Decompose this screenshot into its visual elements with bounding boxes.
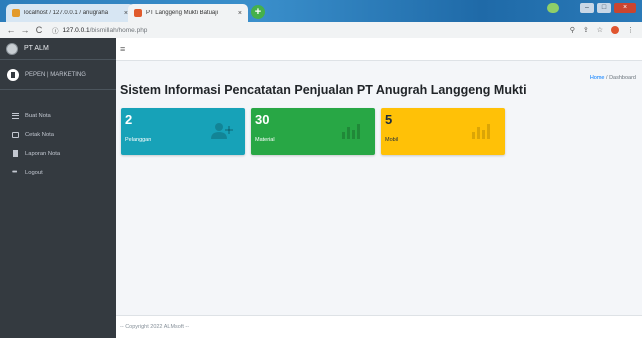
sidebar: PT ALM PEPEN | MARKETING Buat Nota Cetak… bbox=[0, 38, 116, 338]
menu-toggle-icon[interactable]: ≡ bbox=[120, 44, 125, 54]
site-info-icon[interactable]: ⓘ bbox=[52, 25, 59, 35]
top-navbar: ≡ bbox=[116, 38, 642, 61]
copyright-text: -- Copyright 2022 ALMsoft -- bbox=[120, 324, 190, 330]
breadcrumb: Home / Dashboard bbox=[590, 75, 636, 81]
tab-close-icon[interactable]: × bbox=[238, 10, 242, 17]
stat-value: 2 bbox=[125, 112, 133, 127]
browser-toolbar: ← → C ⓘ 127.0.0.1/bismillah/home.php ⚲ ⇪… bbox=[0, 22, 642, 38]
footer: -- Copyright 2022 ALMsoft -- bbox=[116, 315, 642, 338]
logout-icon: ••• bbox=[12, 168, 17, 176]
new-tab-button[interactable]: + bbox=[251, 5, 265, 19]
breadcrumb-home-link[interactable]: Home bbox=[590, 75, 605, 81]
sidebar-item-buat-nota[interactable]: Buat Nota bbox=[0, 106, 116, 125]
sidebar-item-logout[interactable]: ••• Logout bbox=[0, 163, 116, 182]
content-area: Home / Dashboard Sistem Informasi Pencat… bbox=[116, 61, 642, 315]
address-bar[interactable]: ⓘ 127.0.0.1/bismillah/home.php bbox=[52, 24, 570, 36]
close-window-button[interactable]: × bbox=[614, 3, 636, 13]
profile-avatar[interactable] bbox=[611, 26, 619, 34]
stat-box-mobil: 5 Mobil bbox=[381, 108, 505, 155]
site-favicon-icon bbox=[134, 9, 142, 17]
minimize-button[interactable]: – bbox=[580, 3, 594, 13]
sidebar-item-label: Cetak Nota bbox=[25, 131, 54, 138]
share-icon[interactable]: ⇪ bbox=[583, 26, 589, 34]
window-controls: – □ × bbox=[547, 3, 636, 13]
bar-chart-icon bbox=[472, 124, 490, 139]
stat-box-material: 30 Material bbox=[251, 108, 375, 155]
stat-box-pelanggan: 2 Pelanggan bbox=[121, 108, 245, 155]
sidebar-item-label: Laporan Nota bbox=[25, 150, 61, 157]
stat-label: Material bbox=[255, 137, 275, 143]
list-icon bbox=[12, 112, 19, 119]
sidebar-item-cetak-nota[interactable]: Cetak Nota bbox=[0, 125, 116, 144]
bar-chart-icon bbox=[342, 124, 360, 139]
sidebar-menu: Buat Nota Cetak Nota Laporan Nota ••• Lo… bbox=[0, 90, 116, 182]
brand-name: PT ALM bbox=[24, 45, 49, 52]
sidebar-item-label: Buat Nota bbox=[25, 112, 51, 119]
browser-menu-icon[interactable]: ⋮ bbox=[627, 26, 634, 34]
tab-title: localhost / 127.0.0.1 / anugraha bbox=[24, 10, 109, 16]
sidebar-item-laporan-nota[interactable]: Laporan Nota bbox=[0, 144, 116, 163]
breadcrumb-separator: / bbox=[606, 75, 608, 81]
breadcrumb-current: Dashboard bbox=[609, 75, 636, 81]
user-avatar bbox=[7, 68, 19, 81]
page-title: Sistem Informasi Pencatatan Penjualan PT… bbox=[120, 83, 527, 97]
forward-icon[interactable]: → bbox=[18, 25, 32, 35]
brand-logo-icon bbox=[6, 42, 18, 55]
browser-tab-phpmyadmin[interactable]: localhost / 127.0.0.1 / anugraha × bbox=[6, 4, 134, 22]
stat-value: 5 bbox=[385, 112, 393, 127]
maximize-button[interactable]: □ bbox=[597, 3, 611, 13]
document-icon bbox=[13, 150, 18, 157]
tab-title: PT Langgeng Mukti Batuaji bbox=[146, 10, 218, 16]
user-panel: PEPEN | MARKETING bbox=[0, 60, 116, 90]
bookmark-star-icon[interactable]: ☆ bbox=[597, 26, 603, 34]
browser-actions: ⚲ ⇪ ☆ ⋮ bbox=[570, 26, 634, 34]
reload-icon[interactable]: C bbox=[32, 25, 46, 35]
brand-link[interactable]: PT ALM bbox=[0, 38, 116, 60]
stat-value: 30 bbox=[255, 112, 270, 127]
tab-search-icon[interactable] bbox=[547, 3, 559, 13]
browser-tab-strip: localhost / 127.0.0.1 / anugraha × PT La… bbox=[0, 0, 642, 22]
back-icon[interactable]: ← bbox=[4, 25, 18, 35]
url-host: 127.0.0.1 bbox=[62, 26, 90, 34]
browser-tab-active[interactable]: PT Langgeng Mukti Batuaji × bbox=[128, 4, 248, 22]
card-icon bbox=[12, 131, 19, 138]
url-path: /bismillah/home.php bbox=[89, 26, 148, 34]
phpmyadmin-favicon-icon bbox=[12, 9, 20, 17]
stat-label: Mobil bbox=[385, 137, 399, 143]
search-icon[interactable]: ⚲ bbox=[570, 26, 575, 34]
user-name[interactable]: PEPEN | MARKETING bbox=[25, 72, 86, 78]
user-plus-icon bbox=[211, 123, 233, 139]
sidebar-item-label: Logout bbox=[25, 169, 43, 176]
stat-label: Pelanggan bbox=[125, 137, 152, 143]
